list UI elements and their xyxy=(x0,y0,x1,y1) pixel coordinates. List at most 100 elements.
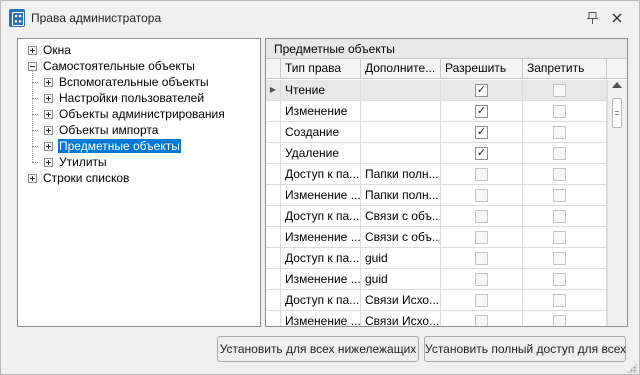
allow-checkbox[interactable]: ✓ xyxy=(475,84,488,97)
cell-right-type: Доступ к па... xyxy=(281,164,361,184)
expand-plus-icon[interactable] xyxy=(44,109,53,119)
header-additional[interactable]: Дополните... xyxy=(361,59,441,79)
tree-item[interactable]: Вспомогательные объекты xyxy=(44,74,210,90)
deny-checkbox[interactable] xyxy=(553,147,566,160)
deny-checkbox[interactable] xyxy=(553,210,566,223)
table-row[interactable]: Изменение ... Связи с объ... xyxy=(266,227,607,248)
cell-deny xyxy=(523,143,607,163)
allow-checkbox[interactable] xyxy=(475,210,488,223)
allow-checkbox[interactable] xyxy=(475,189,488,202)
admin-rights-window: Права администратора Окна Самостоятельные… xyxy=(0,0,640,375)
table-row[interactable]: Удаление ✓ xyxy=(266,143,607,164)
tree-item[interactable]: Объекты импорта xyxy=(44,122,159,138)
table-row[interactable]: Создание ✓ xyxy=(266,122,607,143)
cell-right-type: Чтение xyxy=(281,80,361,100)
cell-right-type: Удаление xyxy=(281,143,361,163)
cell-right-type: Создание xyxy=(281,122,361,142)
cell-additional: guid xyxy=(361,269,441,289)
tree-item[interactable]: Объекты администрирования xyxy=(44,106,226,122)
header-deny[interactable]: Запретить xyxy=(523,59,607,79)
tree-item[interactable]: Самостоятельные объекты xyxy=(28,58,196,74)
header-allow[interactable]: Разрешить xyxy=(441,59,523,79)
allow-checkbox[interactable] xyxy=(475,231,488,244)
collapse-minus-icon[interactable] xyxy=(28,61,37,71)
row-indicator xyxy=(266,248,281,268)
table-row[interactable]: Изменение ... Связи Исхо... xyxy=(266,311,607,326)
deny-checkbox[interactable] xyxy=(553,231,566,244)
allow-checkbox[interactable]: ✓ xyxy=(475,105,488,118)
tree-item-label: Предметные объекты xyxy=(58,139,181,153)
grid-vertical-scrollbar[interactable] xyxy=(607,80,627,326)
header-right-type[interactable]: Тип права xyxy=(281,59,361,79)
pin-icon[interactable] xyxy=(582,9,602,27)
cell-allow xyxy=(441,227,523,247)
expand-plus-icon[interactable] xyxy=(28,173,37,183)
row-indicator xyxy=(266,311,281,326)
cell-deny xyxy=(523,206,607,226)
table-row[interactable]: Доступ к па... Связи Исхо... xyxy=(266,290,607,311)
tree-item[interactable]: Настройки пользователей xyxy=(44,90,205,106)
deny-checkbox[interactable] xyxy=(553,315,566,326)
allow-checkbox[interactable] xyxy=(475,315,488,326)
deny-checkbox[interactable] xyxy=(553,189,566,202)
table-row[interactable]: Доступ к па... Папки полн... xyxy=(266,164,607,185)
deny-checkbox[interactable] xyxy=(553,105,566,118)
tree-item-label: Самостоятельные объекты xyxy=(43,59,195,73)
expand-plus-icon[interactable] xyxy=(44,141,53,151)
tree-item[interactable]: Утилиты xyxy=(44,154,108,170)
expand-plus-icon[interactable] xyxy=(44,77,53,87)
cell-allow: ✓ xyxy=(441,101,523,121)
table-row[interactable]: Изменение ✓ xyxy=(266,101,607,122)
expand-plus-icon[interactable] xyxy=(44,157,53,167)
deny-checkbox[interactable] xyxy=(553,126,566,139)
deny-checkbox[interactable] xyxy=(553,168,566,181)
cell-deny xyxy=(523,227,607,247)
tree-item-label: Утилиты xyxy=(59,155,107,169)
tree-item[interactable]: Окна xyxy=(28,42,72,58)
tree-item[interactable]: Строки списков xyxy=(28,170,130,186)
allow-checkbox[interactable] xyxy=(475,273,488,286)
expand-plus-icon[interactable] xyxy=(44,125,53,135)
tree-item[interactable]: Предметные объекты xyxy=(44,138,181,154)
cell-deny xyxy=(523,269,607,289)
cell-allow xyxy=(441,164,523,184)
table-row[interactable]: Доступ к па... guid xyxy=(266,248,607,269)
deny-checkbox[interactable] xyxy=(553,84,566,97)
cell-deny xyxy=(523,248,607,268)
allow-checkbox[interactable] xyxy=(475,168,488,181)
table-row[interactable]: ▶ Чтение ✓ xyxy=(266,80,607,101)
cell-right-type: Доступ к па... xyxy=(281,248,361,268)
tree-guide-line xyxy=(32,146,38,147)
scroll-thumb[interactable] xyxy=(612,98,622,128)
table-row[interactable]: Доступ к па... Связи с объ... xyxy=(266,206,607,227)
deny-checkbox[interactable] xyxy=(553,294,566,307)
tree-guide-line xyxy=(32,162,38,163)
row-indicator xyxy=(266,143,281,163)
grid-caption: Предметные объекты xyxy=(266,39,627,59)
allow-checkbox[interactable] xyxy=(475,294,488,307)
allow-checkbox[interactable] xyxy=(475,252,488,265)
cell-deny xyxy=(523,101,607,121)
cell-additional: Папки полн... xyxy=(361,164,441,184)
cell-allow: ✓ xyxy=(441,143,523,163)
allow-checkbox[interactable]: ✓ xyxy=(475,147,488,160)
table-row[interactable]: Изменение ... Папки полн... xyxy=(266,185,607,206)
deny-checkbox[interactable] xyxy=(553,273,566,286)
close-icon[interactable] xyxy=(607,9,627,27)
deny-checkbox[interactable] xyxy=(553,252,566,265)
scroll-up-arrow-icon[interactable] xyxy=(612,82,622,88)
allow-checkbox[interactable]: ✓ xyxy=(475,126,488,139)
expand-plus-icon[interactable] xyxy=(28,45,37,55)
full-access-button[interactable]: Установить полный доступ для всех xyxy=(424,336,626,362)
grid-header: Тип права Дополните... Разрешить Запрети… xyxy=(266,59,627,79)
cell-additional xyxy=(361,80,441,100)
cell-allow xyxy=(441,248,523,268)
cell-right-type: Изменение ... xyxy=(281,227,361,247)
expand-plus-icon[interactable] xyxy=(44,93,53,103)
cell-additional: Папки полн... xyxy=(361,185,441,205)
resize-grip-icon[interactable] xyxy=(627,363,637,373)
table-row[interactable]: Изменение ... guid xyxy=(266,269,607,290)
cell-additional: Связи с объ... xyxy=(361,227,441,247)
rights-tree[interactable]: Окна Самостоятельные объекты Вспомогательн… xyxy=(17,38,261,327)
apply-below-button[interactable]: Установить для всех нижележащих xyxy=(217,336,419,362)
